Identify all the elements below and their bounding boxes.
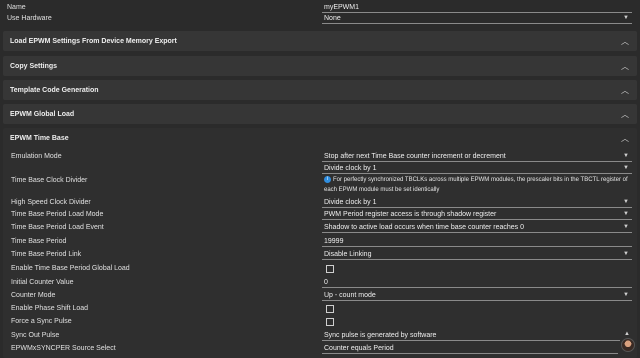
global-load-enable-checkbox[interactable] <box>326 264 334 273</box>
use-hardware-select[interactable]: None ▼ <box>322 14 632 24</box>
syncper-source-value: Counter equals Period <box>324 344 394 352</box>
hs-clock-divider-label: High Speed Clock Divider <box>11 199 91 206</box>
chevron-up-icon[interactable]: ︿ <box>621 36 629 47</box>
period-load-event-label: Time Base Period Load Event <box>11 224 104 231</box>
period-input[interactable]: 19999 <box>322 237 632 247</box>
chevron-up-icon[interactable]: ︿ <box>621 61 629 72</box>
section-title: Load EPWM Settings From Device Memory Ex… <box>10 37 177 45</box>
section-title: Template Code Generation <box>10 86 99 94</box>
period-load-mode-value: PWM Period register access is through sh… <box>324 210 497 218</box>
use-hardware-value: None <box>324 14 341 22</box>
hs-clock-divider-row: High Speed Clock Divider Divide clock by… <box>0 197 640 208</box>
period-row: Time Base Period 19999 <box>0 236 640 247</box>
clock-divider-select[interactable]: Divide clock by 1 ▼ <box>322 164 632 174</box>
force-sync-label: Force a Sync Pulse <box>11 318 72 325</box>
phase-shift-load-label: Enable Phase Shift Load <box>11 305 89 312</box>
caret-down-icon: ▼ <box>623 198 629 205</box>
period-load-mode-select[interactable]: PWM Period register access is through sh… <box>322 210 632 220</box>
emulation-mode-select[interactable]: Stop after next Time Base counter increm… <box>322 152 632 162</box>
period-load-mode-row: Time Base Period Load Mode PWM Period re… <box>0 209 640 220</box>
caret-down-icon: ▼ <box>623 14 629 21</box>
section-load-settings[interactable]: Load EPWM Settings From Device Memory Ex… <box>3 31 637 51</box>
period-load-event-row: Time Base Period Load Event Shadow to ac… <box>0 222 640 233</box>
clock-divider-value: Divide clock by 1 <box>324 165 377 172</box>
chevron-up-icon[interactable]: ︿ <box>621 85 629 96</box>
sync-out-value: Sync pulse is generated by software <box>324 331 437 339</box>
syncper-source-row: EPWMxSYNCPER Source Select Counter equal… <box>0 343 640 354</box>
emulation-mode-value: Stop after next Time Base counter increm… <box>324 152 506 160</box>
name-label: Name <box>7 4 26 11</box>
emulation-mode-label: Emulation Mode <box>11 153 62 160</box>
initial-counter-input[interactable]: 0 <box>322 278 632 288</box>
section-time-base[interactable]: EPWM Time Base ︿ <box>3 128 637 148</box>
period-link-value: Disable Linking <box>324 250 372 258</box>
caret-up-icon[interactable]: ▲ <box>624 331 630 337</box>
use-hardware-label: Use Hardware <box>7 15 52 22</box>
initial-counter-row: Initial Counter Value 0 <box>0 277 640 288</box>
period-load-mode-label: Time Base Period Load Mode <box>11 211 104 218</box>
chevron-up-icon[interactable]: ︿ <box>621 133 629 144</box>
force-sync-row: Force a Sync Pulse <box>0 316 640 327</box>
sync-out-row: Sync Out Pulse Sync pulse is generated b… <box>0 330 640 341</box>
sync-out-label: Sync Out Pulse <box>11 332 60 339</box>
name-field[interactable]: myEPWM1 <box>322 3 632 13</box>
caret-down-icon: ▼ <box>623 291 629 298</box>
caret-down-icon: ▼ <box>623 210 629 217</box>
clock-divider-info-text: For perfectly synchronized TBCLKs across… <box>324 177 628 193</box>
caret-down-icon: ▼ <box>623 223 629 230</box>
section-title: EPWM Time Base <box>10 134 69 142</box>
syncper-source-label: EPWMxSYNCPER Source Select <box>11 345 116 352</box>
name-row: Name myEPWM1 <box>0 2 640 13</box>
hs-clock-divider-select[interactable]: Divide clock by 1 ▼ <box>322 198 632 208</box>
counter-mode-label: Counter Mode <box>11 292 56 299</box>
chevron-up-icon[interactable]: ︿ <box>621 109 629 120</box>
sync-out-select[interactable]: Sync pulse is generated by software <box>322 331 620 341</box>
caret-down-icon: ▼ <box>623 250 629 257</box>
global-load-enable-label: Enable Time Base Period Global Load <box>11 265 130 272</box>
avatar[interactable] <box>621 338 635 352</box>
use-hardware-row: Use Hardware None ▼ <box>0 13 640 24</box>
section-title: Copy Settings <box>10 62 58 70</box>
syncper-source-select[interactable]: Counter equals Period <box>322 344 618 354</box>
period-label: Time Base Period <box>11 238 67 245</box>
period-link-label: Time Base Period Link <box>11 251 82 258</box>
force-sync-checkbox[interactable] <box>326 317 334 326</box>
caret-down-icon: ▼ <box>623 165 629 171</box>
section-title: EPWM Global Load <box>10 110 75 118</box>
global-load-enable-row: Enable Time Base Period Global Load <box>0 263 640 274</box>
clock-divider-label: Time Base Clock Divider <box>11 177 88 184</box>
caret-down-icon: ▼ <box>623 152 629 159</box>
section-global-load[interactable]: EPWM Global Load ︿ <box>3 104 637 124</box>
phase-shift-load-row: Enable Phase Shift Load <box>0 303 640 314</box>
initial-counter-label: Initial Counter Value <box>11 279 74 286</box>
counter-mode-row: Counter Mode Up - count mode ▼ <box>0 290 640 301</box>
counter-mode-value: Up - count mode <box>324 291 376 299</box>
period-load-event-select[interactable]: Shadow to active load occurs when time b… <box>322 223 632 233</box>
info-icon: i <box>324 175 331 183</box>
clock-divider-info: i For perfectly synchronized TBCLKs acros… <box>324 175 634 195</box>
period-load-event-value: Shadow to active load occurs when time b… <box>324 223 525 231</box>
hs-clock-divider-value: Divide clock by 1 <box>324 198 377 206</box>
section-copy-settings[interactable]: Copy Settings ︿ <box>3 56 637 76</box>
period-link-select[interactable]: Disable Linking ▼ <box>322 250 632 260</box>
emulation-mode-row: Emulation Mode Stop after next Time Base… <box>0 151 640 162</box>
period-link-row: Time Base Period Link Disable Linking ▼ <box>0 249 640 260</box>
counter-mode-select[interactable]: Up - count mode ▼ <box>322 291 632 301</box>
phase-shift-load-checkbox[interactable] <box>326 304 334 313</box>
section-template-code[interactable]: Template Code Generation ︿ <box>3 80 637 100</box>
